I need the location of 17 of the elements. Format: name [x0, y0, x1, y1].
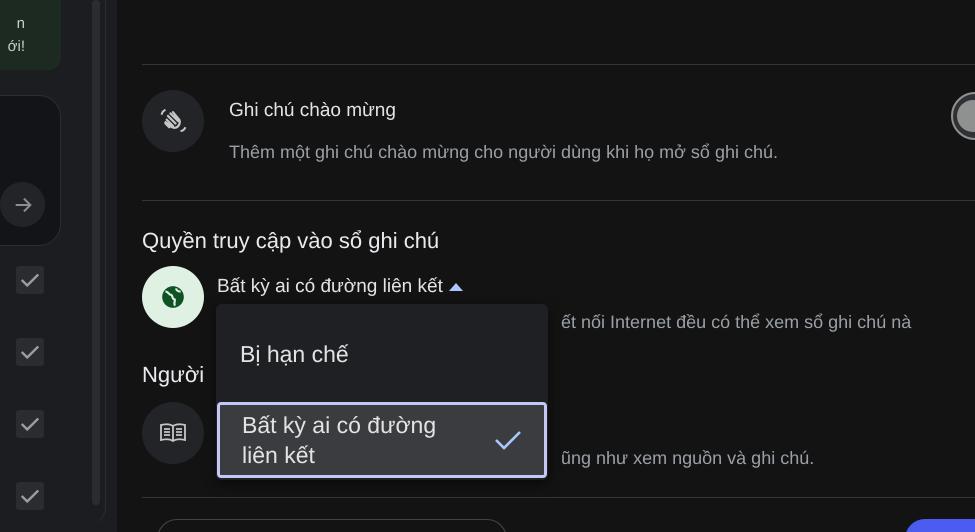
checkbox[interactable] — [16, 410, 44, 438]
access-dropdown[interactable]: Bất kỳ ai có đường liên kết — [217, 276, 463, 298]
setting-description: ết nối Internet đều có thể xem sổ ghi chú nà — [561, 312, 912, 333]
checkbox[interactable] — [16, 266, 44, 294]
menu-option[interactable]: Bất kỳ ai có đường liên kết — [217, 402, 547, 478]
section-heading: Quyền truy cập vào sổ ghi chú — [142, 228, 440, 254]
banner-text: n — [16, 14, 26, 34]
banner-text: ới! — [8, 37, 26, 57]
setting-description: Thêm một ghi chú chào mừng cho người dùng khi họ mở sổ ghi chú. — [229, 142, 778, 163]
checkbox[interactable] — [16, 338, 44, 366]
caret-up-icon — [448, 283, 463, 291]
menu-option[interactable]: Bị hạn chế — [216, 334, 548, 374]
setting-title: Ghi chú chào mừng — [229, 100, 397, 122]
check-icon — [494, 429, 522, 451]
section-heading: Người — [142, 362, 204, 388]
checkbox[interactable] — [16, 482, 44, 510]
setting-description: ũng như xem nguồn và ghi chú. — [561, 448, 814, 469]
